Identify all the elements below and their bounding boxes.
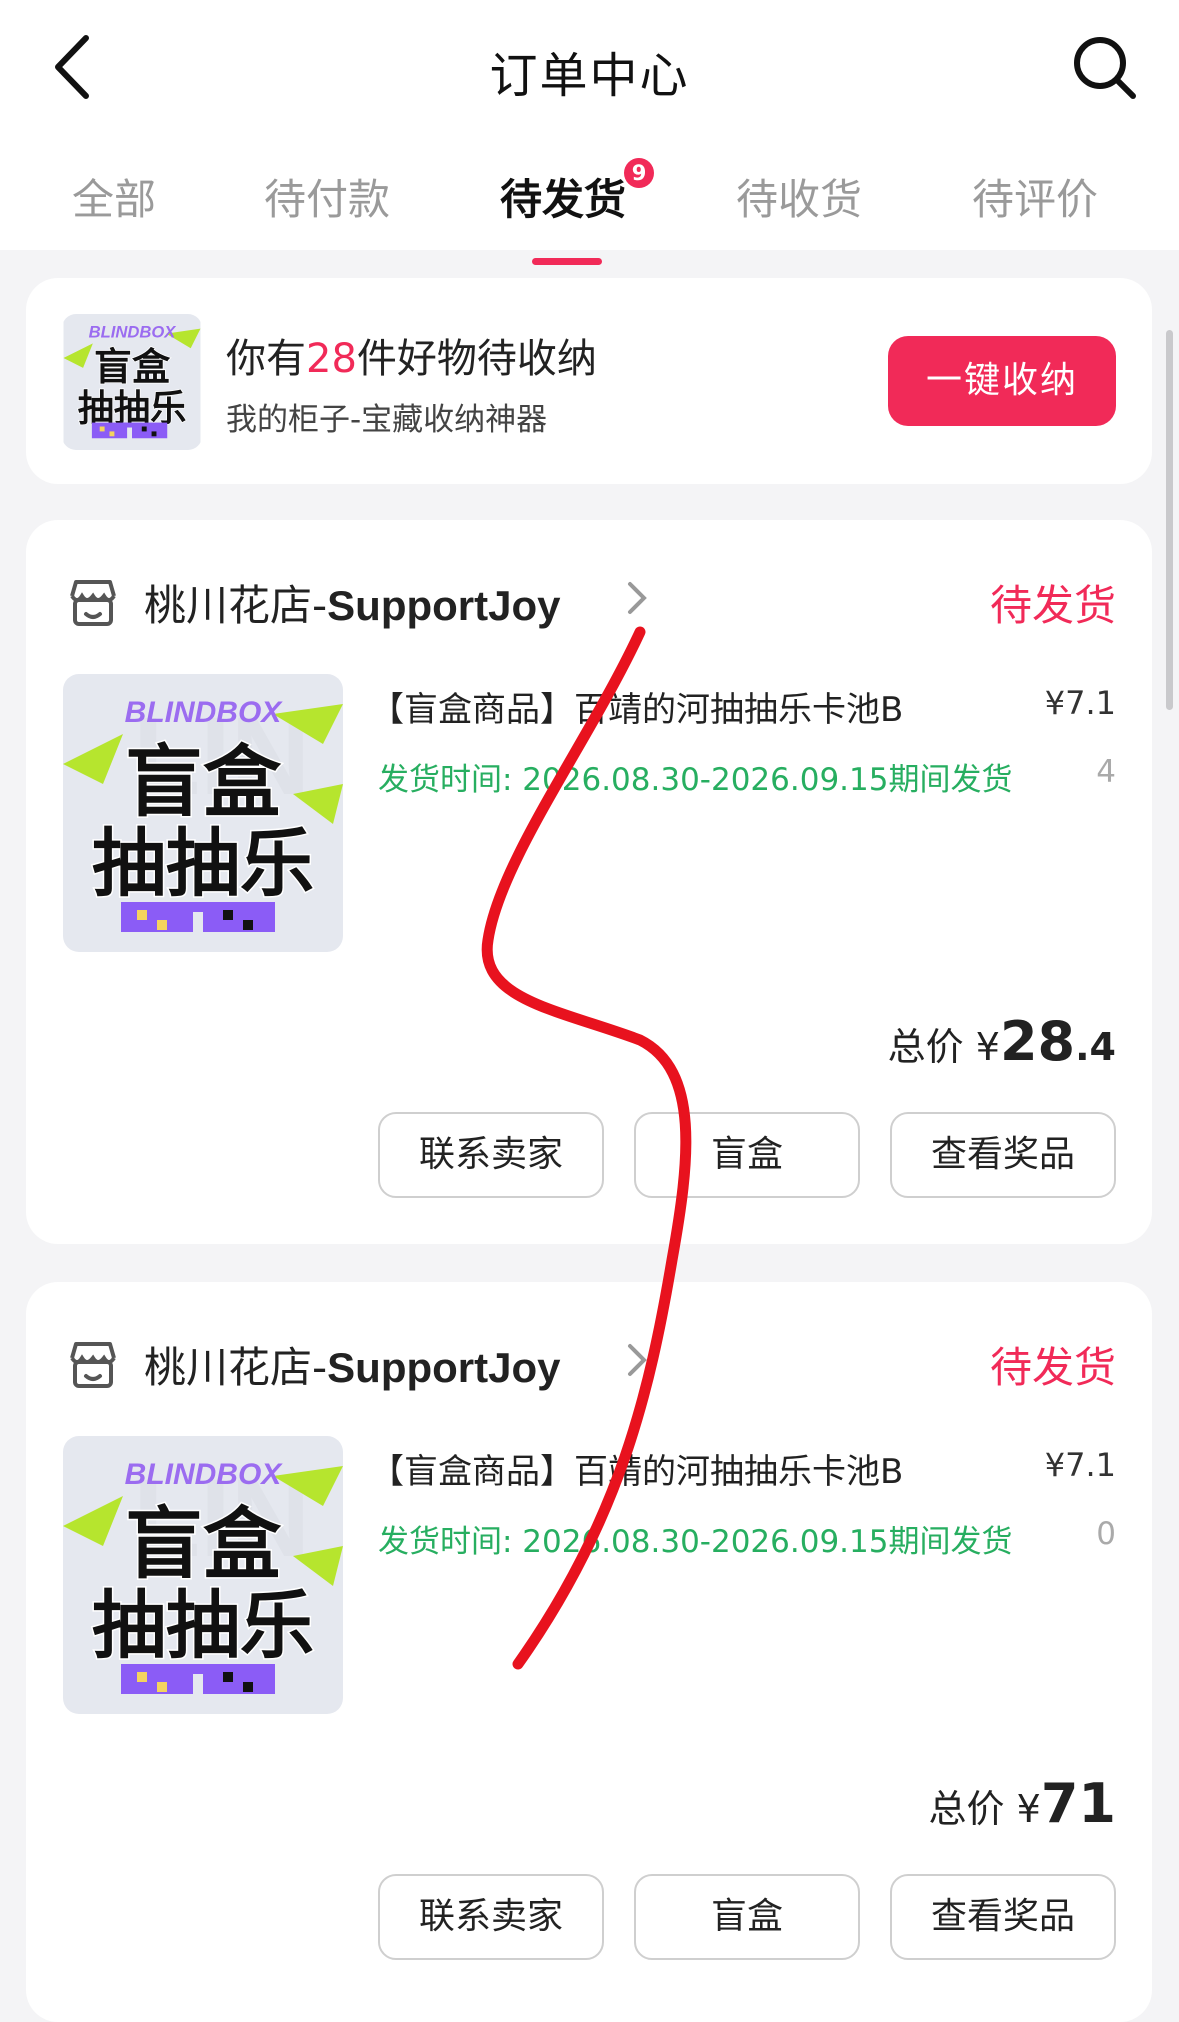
one-click-store-button[interactable]: 一键收纳 <box>888 336 1116 426</box>
quantity-tail: 0 <box>1096 1516 1116 1552</box>
tab-pending-receipt[interactable]: 待收货 <box>736 166 862 227</box>
shop-icon <box>70 580 116 626</box>
thumb-line1: 盲盒 <box>125 738 282 828</box>
contact-seller-button[interactable]: 联系卖家 <box>378 1112 604 1198</box>
storage-promo-card[interactable]: BLINDBOX 盲盒 抽抽乐 你有28件好物待收纳 我的柜子-宝藏收纳神器 一… <box>26 278 1152 484</box>
order-card[interactable]: 桃川花店-SupportJoy 待发货 LIN BLINDBOX 盲盒 抽抽乐 <box>26 1282 1152 2022</box>
shop-name-en: SupportJoy <box>327 582 561 629</box>
thumb-line1: 盲盒 <box>94 345 171 389</box>
total-decimal: .4 <box>1075 1025 1116 1069</box>
blindbox-thumbnail: BLINDBOX 盲盒 抽抽乐 <box>62 314 202 450</box>
total-integer: 28 <box>999 1010 1076 1073</box>
thumb-brand: BLINDBOX <box>125 1458 284 1491</box>
blindbox-image: LIN BLINDBOX 盲盒 抽抽乐 <box>63 1436 343 1714</box>
order-total: 总价 ¥71 <box>929 1772 1116 1835</box>
chevron-right-icon[interactable] <box>624 578 650 618</box>
tab-pending-shipment[interactable]: 待发货 9 <box>500 158 654 265</box>
product-name[interactable]: 【盲盒商品】百靖的河抽抽乐卡池B <box>370 682 1040 731</box>
thumb-brand: BLINDBOX <box>89 322 177 341</box>
shipping-time: 发货时间: 2026.08.30-2026.09.15期间发货 <box>378 762 1013 798</box>
order-tabs: 全部 待付款 待发货 9 待收货 待评价 <box>0 150 1179 265</box>
total-integer: 71 <box>1040 1772 1116 1835</box>
count-badge: 9 <box>624 158 654 188</box>
thumb-brand: BLINDBOX <box>125 696 284 729</box>
promo-suffix: 件好物待收纳 <box>356 336 597 382</box>
search-icon[interactable] <box>1071 34 1137 100</box>
shipping-time: 发货时间: 2026.08.30-2026.09.15期间发货 <box>378 1524 1013 1560</box>
promo-prefix: 你有 <box>226 336 306 382</box>
promo-headline: 你有28件好物待收纳 <box>226 326 597 384</box>
product-name[interactable]: 【盲盒商品】百靖的河抽抽乐卡池B <box>370 1444 1040 1493</box>
thumb-line2: 抽抽乐 <box>92 821 314 907</box>
product-thumbnail[interactable]: LIN BLINDBOX 盲盒 抽抽乐 <box>63 1436 343 1714</box>
contact-seller-button[interactable]: 联系卖家 <box>378 1874 604 1960</box>
shop-name-cn: 桃川花店- <box>144 581 328 630</box>
scrollbar[interactable] <box>1166 330 1173 710</box>
product-price: ¥7.1 <box>1044 1446 1116 1484</box>
view-prizes-button[interactable]: 查看奖品 <box>890 1112 1116 1198</box>
promo-count: 28 <box>306 336 357 382</box>
blindbox-image: BLINDBOX 盲盒 抽抽乐 <box>63 314 201 450</box>
total-currency: ¥ <box>1016 1787 1041 1831</box>
header: 订单中心 全部 待付款 待发货 9 待收货 待评价 <box>0 0 1179 265</box>
chevron-right-icon[interactable] <box>624 1340 650 1380</box>
order-status: 待发货 <box>989 581 1116 630</box>
quantity-tail: 4 <box>1096 754 1116 790</box>
tab-pending-review[interactable]: 待评价 <box>972 166 1098 227</box>
thumb-line1: 盲盒 <box>125 1500 282 1590</box>
tab-pending-payment[interactable]: 待付款 <box>264 166 390 227</box>
blindbox-button[interactable]: 盲盒 <box>634 1112 860 1198</box>
tab-label: 待发货 <box>500 175 627 224</box>
product-price: ¥7.1 <box>1044 684 1116 722</box>
order-card[interactable]: 桃川花店-SupportJoy 待发货 LIN BLINDBOX 盲盒 抽抽乐 <box>26 520 1152 1244</box>
total-label: 总价 <box>928 1787 1005 1831</box>
shop-icon <box>70 1342 116 1388</box>
promo-subtitle: 我的柜子-宝藏收纳神器 <box>226 402 548 438</box>
product-thumbnail[interactable]: LIN BLINDBOX 盲盒 抽抽乐 <box>63 674 343 952</box>
shop-name[interactable]: 桃川花店-SupportJoy <box>144 1334 561 1395</box>
order-total: 总价 ¥28.4 <box>888 1010 1116 1073</box>
order-status: 待发货 <box>989 1343 1116 1392</box>
view-prizes-button[interactable]: 查看奖品 <box>890 1874 1116 1960</box>
blindbox-button[interactable]: 盲盒 <box>634 1874 860 1960</box>
thumb-line2: 抽抽乐 <box>92 1583 314 1669</box>
shop-name[interactable]: 桃川花店-SupportJoy <box>144 572 561 633</box>
blindbox-image: LIN BLINDBOX 盲盒 抽抽乐 <box>63 674 343 952</box>
shop-name-cn: 桃川花店- <box>144 1343 328 1392</box>
active-tab-indicator <box>532 258 602 265</box>
tab-all[interactable]: 全部 <box>72 166 156 227</box>
shop-name-en: SupportJoy <box>327 1344 561 1391</box>
total-label: 总价 <box>887 1025 964 1069</box>
page-title: 订单中心 <box>489 48 690 104</box>
total-currency: ¥ <box>975 1025 1000 1069</box>
